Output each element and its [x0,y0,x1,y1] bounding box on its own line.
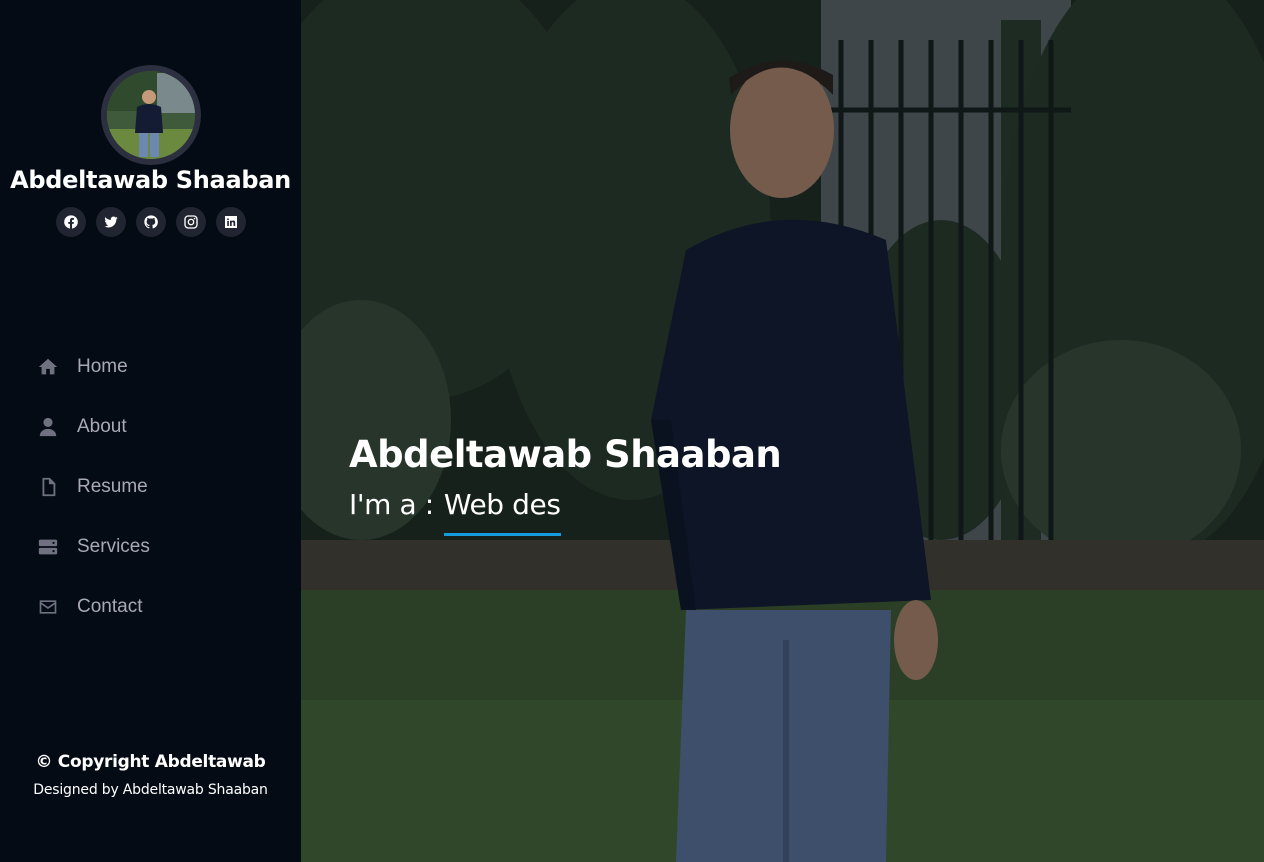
github-link[interactable] [133,206,169,238]
twitter-link[interactable] [93,206,129,238]
envelope-icon [35,594,61,620]
facebook-link[interactable] [53,206,89,238]
hero-subtitle: I'm a : Web des [349,488,561,536]
designed-by-text: Designed by Abdeltawab Shaaban [33,782,268,798]
profile-avatar[interactable] [101,65,201,165]
nav-item-about[interactable]: About [0,397,301,457]
facebook-icon [55,207,86,237]
nav-item-label: Resume [77,476,148,497]
twitter-icon [95,207,126,237]
instagram-icon [175,207,206,237]
linkedin-icon [215,207,246,237]
github-icon [135,207,166,237]
social-links [0,206,301,238]
linkedin-link[interactable] [213,206,249,238]
hero-section: Abdeltawab Shaaban I'm a : Web des [301,0,1264,862]
home-icon [35,354,61,380]
nav-item-label: About [77,416,127,437]
hero-overlay [301,0,1264,862]
copyright-text: © Copyright Abdeltawab [35,752,266,772]
nav-item-contact[interactable]: Contact [0,577,301,637]
file-icon [35,474,61,500]
hero-title: Abdeltawab Shaaban [349,433,782,476]
nav-item-home[interactable]: Home [0,337,301,397]
sidebar-footer: © Copyright Abdeltawab Designed by Abdel… [0,752,301,798]
user-icon [35,414,61,440]
server-icon [35,534,61,560]
nav-item-resume[interactable]: Resume [0,457,301,517]
main-nav: Home About Resume Services Contact [0,337,301,637]
hero-prefix: I'm a : [349,488,434,521]
nav-item-label: Contact [77,596,143,617]
nav-item-label: Services [77,536,150,557]
nav-item-services[interactable]: Services [0,517,301,577]
profile-name: Abdeltawab Shaaban [10,166,291,194]
profile-photo [107,71,195,159]
instagram-link[interactable] [173,206,209,238]
nav-item-label: Home [77,356,128,377]
sidebar: Abdeltawab Shaaban Home About Resume Ser… [0,0,301,862]
typed-text: Web des [443,488,561,536]
